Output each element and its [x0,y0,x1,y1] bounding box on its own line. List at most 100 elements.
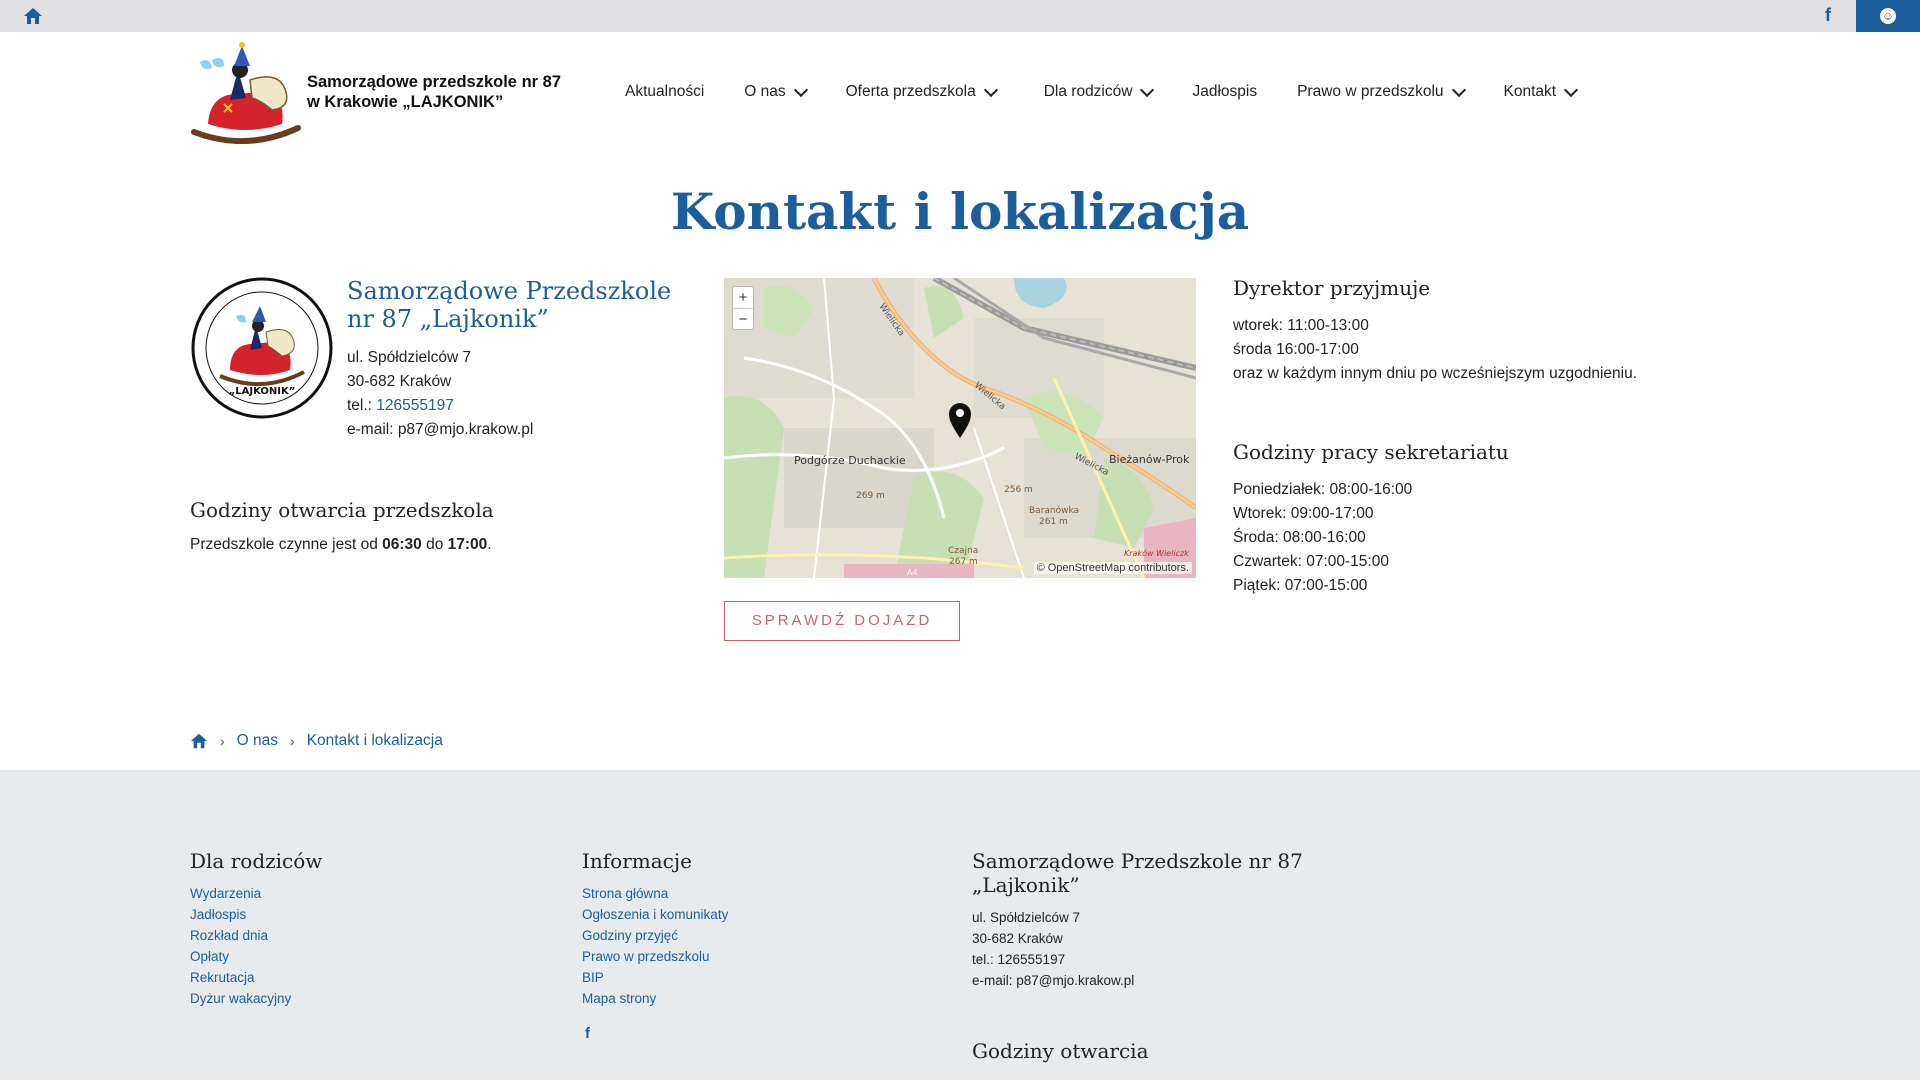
secretariat-hours: Poniedziałek: 08:00-16:00 Wtorek: 09:00-… [1233,478,1412,598]
secretariat-line: Czwartek: 07:00-15:00 [1233,553,1389,570]
footer-link[interactable]: Ogłoszenia i komunikaty [582,904,728,925]
director-line: oraz w każdym innym dniu po wcześniejszy… [1233,365,1638,382]
home-icon[interactable] [23,6,43,26]
chevron-down-icon [793,82,808,98]
footer-contact-lines: ul. Spółdzielców 7 30-682 Kraków tel.: 1… [972,907,1303,991]
nav-item-aktualności[interactable]: Aktualności [625,83,704,101]
chevron-down-icon [1564,82,1579,98]
footer-heading-info: Informacje [582,849,692,873]
nav-item-label: Aktualności [625,83,705,100]
phone-label: tel.: [347,397,377,414]
footer-contact-line: e-mail: p87@mjo.krakow.pl [972,973,1135,988]
contact-address: ul. Spółdzielców 7 30-682 Kraków tel.: 1… [347,346,533,442]
footer-col-parents: Dla rodziców Wydarzenia Jadłospis Rozkład … [190,849,322,1009]
opening-from: 06:30 [382,536,422,553]
page-title: Kontakt i lokalizacja [670,182,1250,241]
footer-link[interactable]: Rozkład dnia [190,925,322,946]
location-map[interactable]: Podgórze Duchackie Bieżanów-Prok Baranów… [724,278,1196,578]
footer-link[interactable]: Wydarzenia [190,883,322,904]
secretariat-line: Wtorek: 09:00-17:00 [1233,505,1374,522]
breadcrumb-separator: › [290,733,295,749]
map-zoom-controls: + − [732,286,754,330]
director-line: środa 16:00-17:00 [1233,341,1359,358]
footer-heading-parents: Dla rodziców [190,849,323,873]
school-seal-logo: „LAJKONIK” [191,277,333,419]
map-zoom-in-button[interactable]: + [733,287,753,308]
director-heading: Dyrektor przyjmuje [1233,276,1431,300]
breadcrumb-item-o-nas[interactable]: O nas [237,732,278,750]
map-label-krakow-wieliczka: Kraków Wieliczk [1124,548,1189,558]
chevron-down-icon [1451,82,1466,98]
nav-item-label: Oferta przedszkola [845,83,976,100]
opening-middle: do [421,536,448,553]
footer-facebook-icon[interactable]: f [585,1025,590,1042]
map-label-podgorze: Podgórze Duchackie [794,454,906,467]
footer-link[interactable]: Mapa strony [582,988,728,1009]
phone-link[interactable]: 126555197 [376,397,454,414]
footer-school-line2: „Lajkonik” [972,873,1080,897]
footer-link[interactable]: Prawo w przedszkolu [582,946,728,967]
school-name[interactable]: Samorządowe przedszkole nr 87 w Krakowie… [307,72,587,112]
footer-link[interactable]: Rekrutacja [190,967,322,988]
nav-item-prawo-w-przedszkolu[interactable]: Prawo w przedszkolu [1297,82,1466,101]
footer-link[interactable]: BIP [582,967,728,988]
map-label-261: 261 m [1039,517,1068,527]
main-nav: Aktualności O nas Oferta przedszkola Dla ro… [625,80,1579,104]
chevron-down-icon [1140,82,1155,98]
contact-name-line1: Samorządowe Przedszkole [347,277,672,305]
nav-item-jadłospis[interactable]: Jadłospis [1192,83,1257,101]
school-logo[interactable] [190,40,302,144]
map-attribution[interactable]: © OpenStreetMap contributors. [1033,562,1192,574]
address-city: 30-682 Kraków [347,373,452,390]
nav-item-label: Dla rodziców [1043,83,1133,100]
address-street: ul. Spółdzielców 7 [347,349,472,366]
footer-link[interactable]: Strona główna [582,883,728,904]
footer-heading-school: Samorządowe Przedszkole nr 87 „Lajkonik” [972,849,1303,897]
accessibility-button[interactable]: ☺ [1856,0,1920,32]
footer-link[interactable]: Godziny przyjęć [582,925,728,946]
footer-contact-line: tel.: 126555197 [972,952,1066,967]
chevron-down-icon [983,82,998,98]
director-line: wtorek: 11:00-13:00 [1233,317,1369,334]
school-name-line2[interactable]: w Krakowie „LAJKONIK” [307,92,587,112]
secretariat-line: Poniedziałek: 08:00-16:00 [1233,481,1413,498]
footer-col-contact: Samorządowe Przedszkole nr 87 „Lajkonik”… [972,849,1303,1063]
check-route-button[interactable]: SPRAWDŹ DOJAZD [724,601,960,641]
map-canvas[interactable]: Podgórze Duchackie Bieżanów-Prok Baranów… [724,278,1196,578]
nav-item-label: Prawo w przedszkolu [1297,83,1444,100]
map-label-269: 269 m [856,491,885,501]
map-label-a4: A4 [907,568,918,577]
opening-hours-heading: Godziny otwarcia przedszkola [190,498,494,522]
facebook-icon[interactable]: f [1818,5,1838,27]
nav-item-dla-rodziców[interactable]: Dla rodziców [1043,82,1155,101]
map-label-256: 256 m [1004,485,1033,495]
nav-item-oferta-przedszkola[interactable]: Oferta przedszkola [845,82,998,101]
nav-item-kontakt[interactable]: Kontakt [1503,82,1579,101]
nav-item-label: Kontakt [1503,83,1557,100]
nav-item-o-nas[interactable]: O nas [744,82,808,101]
opening-to: 17:00 [447,536,488,553]
breadcrumb-separator: › [220,733,225,749]
breadcrumb-home-icon[interactable] [190,732,208,750]
secretariat-line: Środa: 08:00-16:00 [1233,529,1366,546]
footer-link[interactable]: Dyżur wakacyjny [190,988,322,1009]
footer-contact-line: ul. Spółdzielców 7 [972,910,1081,925]
opening-suffix: . [487,536,492,553]
map-label-baranowka: Baranówka [1029,505,1079,516]
school-name-line1[interactable]: Samorządowe przedszkole nr 87 [307,72,587,92]
nav-item-label: O nas [744,83,786,100]
contact-name-line2: nr 87 „Lajkonik” [347,305,549,333]
secretariat-heading: Godziny pracy sekretariatu [1233,440,1509,464]
map-zoom-out-button[interactable]: − [733,308,753,329]
footer-contact-line: 30-682 Kraków [972,931,1063,946]
breadcrumb-item-current[interactable]: Kontakt i lokalizacja [307,732,443,750]
opening-hours-text: Przedszkole czynne jest od 06:30 do 17:0… [190,536,492,554]
nav-item-label: Jadłospis [1192,83,1258,100]
accessibility-icon: ☺ [1880,8,1896,24]
footer-link[interactable]: Opłaty [190,946,322,967]
footer-links-info: Strona główna Ogłoszenia i komunikaty Godz… [582,883,728,1009]
footer-col-info: Informacje Strona główna Ogłoszenia i kom… [582,849,728,1009]
secretariat-line: Piątek: 07:00-15:00 [1233,577,1368,594]
map-label-267: 267 m [949,557,978,567]
footer-link[interactable]: Jadłospis [190,904,322,925]
